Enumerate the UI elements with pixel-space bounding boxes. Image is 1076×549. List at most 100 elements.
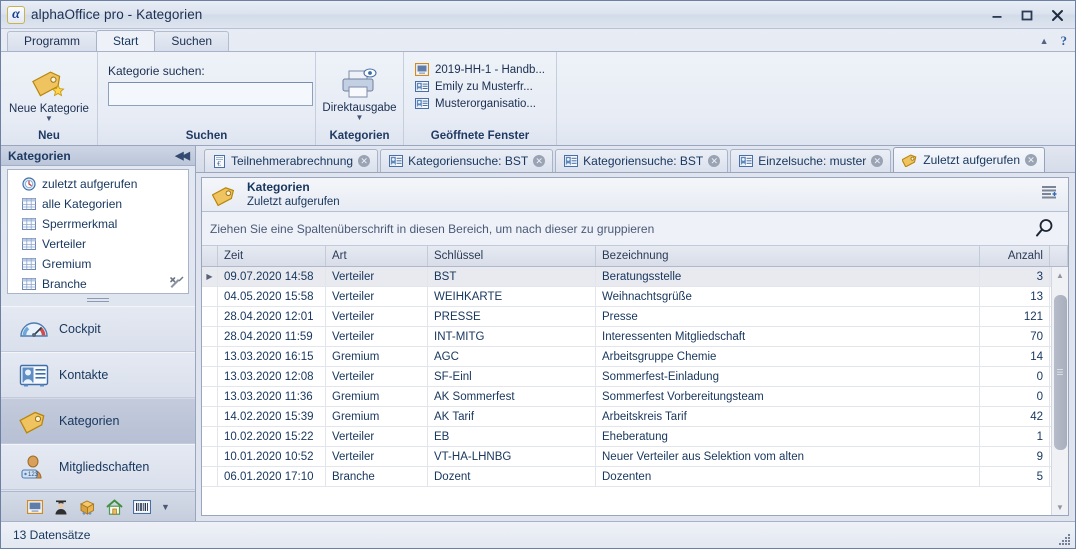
scroll-up-icon[interactable]: ▲ bbox=[1052, 267, 1069, 283]
home-icon[interactable] bbox=[106, 498, 123, 515]
sidebar-item-verteiler[interactable]: Verteiler bbox=[8, 234, 188, 254]
table-row[interactable]: 06.01.2020 17:10 Branche Dozent Dozenten… bbox=[202, 467, 1068, 487]
document-tab-close-icon[interactable]: ✕ bbox=[708, 155, 721, 167]
package-cart-icon[interactable] bbox=[79, 499, 96, 515]
row-indicator bbox=[202, 287, 218, 306]
sidebar-item-alle-kategorien[interactable]: alle Kategorien bbox=[8, 194, 188, 214]
table-row[interactable]: 10.01.2020 10:52 Verteiler VT-HA-LHNBG N… bbox=[202, 447, 1068, 467]
ribbon-group-open-windows: 2019-HH-1 - Handb... Emily zu Musterfr..… bbox=[404, 52, 557, 145]
new-category-button[interactable]: Neue Kategorie ▼ bbox=[3, 64, 95, 123]
tools-wrench-icon[interactable] bbox=[169, 275, 184, 290]
table-row[interactable]: 13.03.2020 12:08 Verteiler SF-Einl Somme… bbox=[202, 367, 1068, 387]
row-indicator bbox=[202, 467, 218, 486]
ribbon-tab-start[interactable]: Start bbox=[96, 30, 156, 51]
table-row[interactable]: 28.04.2020 12:01 Verteiler PRESSE Presse… bbox=[202, 307, 1068, 327]
category-panel: Kategorien Zuletzt aufgerufen Ziehen Sie… bbox=[201, 177, 1069, 516]
content-area: € Teilnehmerabrechnung ✕ Kategoriensuche… bbox=[196, 146, 1075, 521]
category-tag-icon bbox=[902, 153, 918, 167]
direct-output-dropdown-icon[interactable]: ▼ bbox=[356, 114, 364, 122]
barcode-icon[interactable] bbox=[133, 499, 151, 514]
grid-column-header-art[interactable]: Art bbox=[326, 246, 428, 266]
resize-grip-icon[interactable] bbox=[1057, 531, 1072, 546]
document-tab-kategoriensuche-bst-1[interactable]: Kategoriensuche: BST ✕ bbox=[380, 149, 554, 172]
table-row[interactable]: 13.03.2020 11:36 Gremium AK Sommerfest S… bbox=[202, 387, 1068, 407]
document-tab-teilnehmerabrechnung[interactable]: € Teilnehmerabrechnung ✕ bbox=[204, 149, 379, 172]
sidebar-item-label: Sperrmerkmal bbox=[42, 217, 118, 231]
new-category-dropdown-icon[interactable]: ▼ bbox=[45, 115, 53, 123]
open-window-item-3[interactable]: Musterorganisatio... bbox=[415, 97, 545, 110]
magnifier-icon[interactable] bbox=[1034, 217, 1056, 239]
maximize-button[interactable] bbox=[1013, 4, 1041, 26]
document-tab-label: Kategoriensuche: BST bbox=[408, 154, 529, 168]
grid-column-header-anzahl[interactable]: Anzahl bbox=[980, 246, 1050, 266]
cell-art: Gremium bbox=[326, 387, 428, 406]
scroll-track[interactable]: ☰ bbox=[1052, 283, 1069, 499]
group-drop-area[interactable]: Ziehen Sie eine Spaltenüberschrift in di… bbox=[202, 212, 1068, 246]
sidebar-module-cockpit[interactable]: Cockpit bbox=[1, 306, 195, 352]
document-tab-zuletzt-aufgerufen[interactable]: Zuletzt aufgerufen ✕ bbox=[893, 147, 1046, 172]
cell-art: Verteiler bbox=[326, 367, 428, 386]
sidebar-item-zuletzt-aufgerufen[interactable]: zuletzt aufgerufen bbox=[8, 174, 188, 194]
category-search-input[interactable] bbox=[108, 82, 313, 106]
document-tab-kategoriensuche-bst-2[interactable]: Kategoriensuche: BST ✕ bbox=[555, 149, 729, 172]
category-tag-new-icon bbox=[29, 66, 69, 102]
document-tab-einzelsuche-muster[interactable]: Einzelsuche: muster ✕ bbox=[730, 149, 892, 172]
ribbon-group-kategorien-label: Kategorien bbox=[329, 130, 390, 142]
minimize-button[interactable] bbox=[983, 4, 1011, 26]
grid-column-header-bezeichnung[interactable]: Bezeichnung bbox=[596, 246, 980, 266]
direct-output-button[interactable]: Direktausgabe ▼ bbox=[318, 65, 402, 122]
cell-bezeichnung: Weihnachtsgrüße bbox=[596, 287, 980, 306]
row-indicator bbox=[202, 327, 218, 346]
grid-column-header-zeit[interactable]: Zeit bbox=[218, 246, 326, 266]
sidebar-item-branche[interactable]: Branche bbox=[8, 274, 188, 294]
sidebar-module-mitgliedschaften[interactable]: 123 Mitgliedschaften bbox=[1, 444, 195, 490]
cell-zeit: 10.02.2020 15:22 bbox=[218, 427, 326, 446]
table-row[interactable]: 28.04.2020 11:59 Verteiler INT-MITG Inte… bbox=[202, 327, 1068, 347]
sidebar-quick-icon-bar: ▼ bbox=[1, 491, 195, 521]
lecturer-person-icon[interactable] bbox=[53, 499, 69, 515]
document-tab-close-icon[interactable]: ✕ bbox=[358, 155, 371, 167]
ribbon-tab-suchen[interactable]: Suchen bbox=[154, 31, 230, 51]
column-layout-icon[interactable] bbox=[1042, 186, 1059, 201]
open-window-item-2[interactable]: Emily zu Musterfr... bbox=[415, 80, 545, 93]
cell-schluessel: WEIHKARTE bbox=[428, 287, 596, 306]
document-tab-close-icon[interactable]: ✕ bbox=[871, 155, 884, 167]
grid-vertical-scrollbar[interactable]: ▲ ☰ ▼ bbox=[1051, 267, 1068, 515]
cell-art: Branche bbox=[326, 467, 428, 486]
cell-art: Verteiler bbox=[326, 427, 428, 446]
sidebar-resize-grip[interactable] bbox=[1, 294, 195, 306]
sidebar-module-kategorien[interactable]: Kategorien bbox=[1, 398, 195, 444]
double-chevron-left-icon[interactable]: ◀◀ bbox=[175, 149, 190, 162]
row-indicator bbox=[202, 427, 218, 446]
table-row[interactable]: 10.02.2020 15:22 Verteiler EB Eheberatun… bbox=[202, 427, 1068, 447]
row-indicator bbox=[202, 347, 218, 366]
document-tab-close-icon[interactable]: ✕ bbox=[533, 155, 546, 167]
sidebar-module-label: Cockpit bbox=[59, 322, 101, 336]
cell-anzahl: 5 bbox=[980, 467, 1050, 486]
window-icon[interactable] bbox=[27, 499, 43, 514]
sidebar-module-kontakte[interactable]: Kontakte bbox=[1, 352, 195, 398]
panel-header: Kategorien Zuletzt aufgerufen bbox=[202, 178, 1068, 212]
cell-zeit: 10.01.2020 10:52 bbox=[218, 447, 326, 466]
table-row[interactable]: 04.05.2020 15:58 Verteiler WEIHKARTE Wei… bbox=[202, 287, 1068, 307]
chevron-down-icon[interactable]: ▼ bbox=[161, 502, 170, 512]
close-button[interactable] bbox=[1043, 4, 1071, 26]
open-window-item-1[interactable]: 2019-HH-1 - Handb... bbox=[415, 63, 545, 76]
grid-column-header-schluessel[interactable]: Schlüssel bbox=[428, 246, 596, 266]
cell-anzahl: 3 bbox=[980, 267, 1050, 286]
table-row[interactable]: 13.03.2020 16:15 Gremium AGC Arbeitsgrup… bbox=[202, 347, 1068, 367]
help-icon[interactable]: ? bbox=[1061, 33, 1068, 49]
document-tab-close-icon[interactable]: ✕ bbox=[1025, 154, 1038, 166]
table-row[interactable]: 14.02.2020 15:39 Gremium AK Tarif Arbeit… bbox=[202, 407, 1068, 427]
sidebar-item-label: zuletzt aufgerufen bbox=[42, 177, 138, 191]
scroll-down-icon[interactable]: ▼ bbox=[1052, 499, 1069, 515]
sidebar-item-sperrmerkmal[interactable]: Sperrmerkmal bbox=[8, 214, 188, 234]
sidebar-item-label: alle Kategorien bbox=[42, 197, 123, 211]
sidebar-modules: Cockpit Kontakte Kategorien 123 Mitglied… bbox=[1, 306, 195, 491]
collapse-ribbon-icon[interactable]: ▲ bbox=[1040, 36, 1049, 46]
scroll-thumb[interactable]: ☰ bbox=[1053, 295, 1067, 450]
sidebar-item-label: Verteiler bbox=[42, 237, 87, 251]
ribbon-tab-programm[interactable]: Programm bbox=[7, 31, 98, 51]
table-row[interactable]: ▶ 09.07.2020 14:58 Verteiler BST Beratun… bbox=[202, 267, 1068, 287]
sidebar-item-gremium[interactable]: Gremium bbox=[8, 254, 188, 274]
